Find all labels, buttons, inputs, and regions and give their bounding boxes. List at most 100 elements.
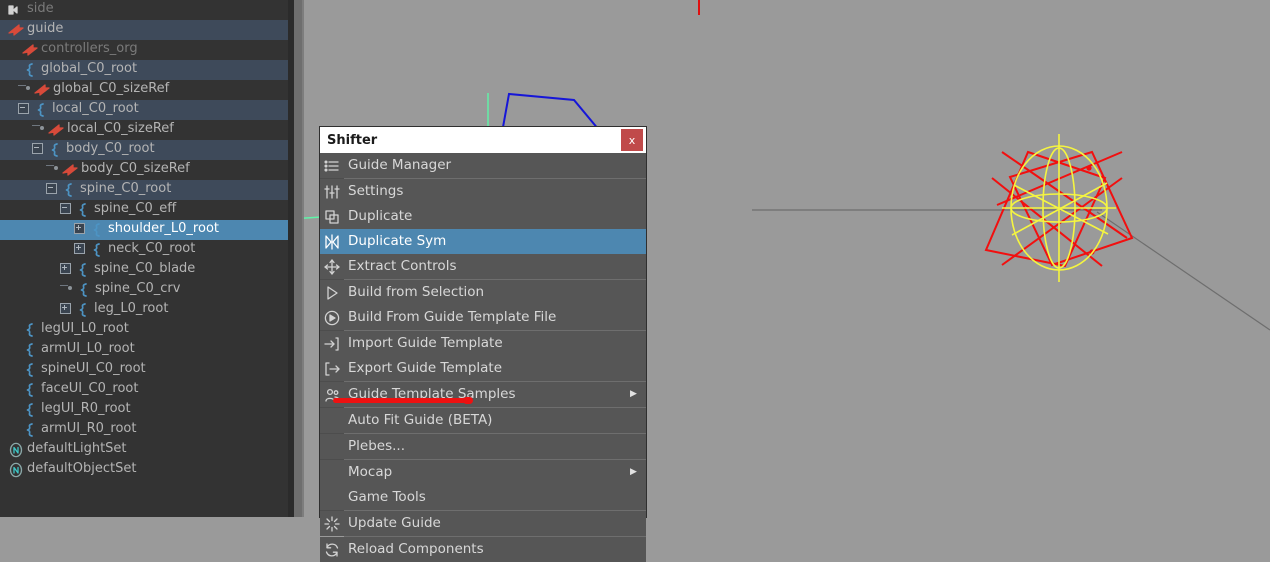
outliner-row-label: body_C0_root <box>66 141 155 156</box>
menu-item[interactable]: Guide Manager <box>320 153 646 178</box>
outliner-scrollbar-thumb[interactable] <box>294 0 302 517</box>
outliner-row[interactable]: side <box>0 0 288 20</box>
menu-item[interactable]: Extract Controls <box>320 254 646 279</box>
expand-toggle-icon[interactable] <box>60 203 71 214</box>
outliner-row[interactable]: spineUI_C0_root <box>0 360 288 380</box>
menu-item-no-icon <box>320 460 344 485</box>
outliner-row-label: legUI_R0_root <box>41 401 131 416</box>
outliner-row-label: armUI_L0_root <box>41 341 135 356</box>
tree-connector <box>32 125 40 126</box>
curve-icon <box>22 382 38 398</box>
outliner-row-label: body_C0_sizeRef <box>81 161 190 176</box>
mirror-icon <box>320 229 344 254</box>
expand-toggle-icon[interactable] <box>74 223 85 234</box>
export-arrow-icon <box>320 356 344 381</box>
menu-item-label: Import Guide Template <box>348 334 503 351</box>
outliner-row[interactable]: faceUI_C0_root <box>0 380 288 400</box>
leaf-dot-icon <box>40 125 44 130</box>
outliner-row-label: spine_C0_blade <box>94 261 196 276</box>
refresh-star-icon <box>320 511 344 536</box>
transform-arrow-icon <box>34 82 50 98</box>
menu-item-label: Guide Manager <box>348 156 452 173</box>
shifter-title-bar[interactable]: Shifter x <box>320 127 646 153</box>
menu-item[interactable]: Reload Components <box>320 537 646 562</box>
outliner-panel[interactable]: side guide controllers_org global_C0_rootgl… <box>0 0 288 517</box>
outliner-row[interactable]: spine_C0_root <box>0 180 288 200</box>
menu-item[interactable]: Update Guide <box>320 511 646 536</box>
outliner-row-label: spine_C0_root <box>80 181 172 196</box>
menu-item[interactable]: Game Tools <box>320 485 646 510</box>
outliner-row[interactable]: local_C0_root <box>0 100 288 120</box>
menu-item-label: Duplicate <box>348 207 413 224</box>
outliner-row[interactable]: shoulder_L0_root <box>0 220 288 240</box>
menu-item[interactable]: Auto Fit Guide (BETA) <box>320 408 646 433</box>
menu-item-label: Settings <box>348 182 404 199</box>
expand-toggle-icon[interactable] <box>18 103 29 114</box>
menu-item[interactable]: Import Guide Template <box>320 331 646 356</box>
outliner-row[interactable]: global_C0_root <box>0 60 288 80</box>
outliner-row[interactable]: spine_C0_crv <box>0 280 288 300</box>
red-annotation-strikethrough <box>333 397 473 404</box>
outliner-row[interactable]: legUI_R0_root <box>0 400 288 420</box>
outliner-row[interactable]: guide <box>0 20 288 40</box>
leaf-dot-icon <box>54 165 58 170</box>
outliner-row[interactable]: controllers_org <box>0 40 288 60</box>
outliner-row[interactable]: body_C0_root <box>0 140 288 160</box>
menu-item-no-icon <box>320 434 344 459</box>
menu-item[interactable]: Build from Selection <box>320 280 646 305</box>
outliner-row-label: shoulder_L0_root <box>108 221 219 236</box>
curve-icon <box>47 142 63 158</box>
menu-item[interactable]: Mocap ▶ <box>320 460 646 485</box>
curve-icon <box>89 242 105 258</box>
menu-item[interactable]: Guide Template Samples ▶ <box>320 382 646 407</box>
outliner-row[interactable]: leg_L0_root <box>0 300 288 320</box>
outliner-row[interactable]: local_C0_sizeRef <box>0 120 288 140</box>
menu-item[interactable]: Duplicate Sym <box>320 229 646 254</box>
panel-divider[interactable] <box>302 0 304 517</box>
menu-item[interactable]: Settings <box>320 179 646 204</box>
expand-toggle-icon[interactable] <box>46 183 57 194</box>
outliner-row[interactable]: legUI_L0_root <box>0 320 288 340</box>
outliner-row-label: local_C0_sizeRef <box>67 121 174 136</box>
outliner-row[interactable]: armUI_L0_root <box>0 340 288 360</box>
submenu-arrow-icon: ▶ <box>630 466 637 477</box>
curve-icon <box>22 62 38 78</box>
outliner-row[interactable]: global_C0_sizeRef <box>0 80 288 100</box>
close-icon[interactable]: x <box>621 129 643 151</box>
outliner-row[interactable]: neck_C0_root <box>0 240 288 260</box>
expand-toggle-icon[interactable] <box>74 243 85 254</box>
shifter-menu-body: Guide Manager Settings Duplicate Duplicate … <box>320 153 646 562</box>
move-icon <box>320 254 344 279</box>
transform-arrow-icon <box>62 162 78 178</box>
menu-item[interactable]: Duplicate <box>320 204 646 229</box>
outliner-row-label: leg_L0_root <box>94 301 169 316</box>
menu-item[interactable]: Export Guide Template <box>320 356 646 381</box>
outliner-row-label: global_C0_sizeRef <box>53 81 170 96</box>
people-icon <box>320 382 344 407</box>
expand-toggle-icon[interactable] <box>60 303 71 314</box>
menu-item-label: Extract Controls <box>348 257 457 274</box>
outliner-row[interactable]: defaultLightSet <box>0 440 288 460</box>
curve-icon <box>75 262 91 278</box>
play-circle-icon <box>320 305 344 330</box>
outliner-row[interactable]: spine_C0_blade <box>0 260 288 280</box>
curve-icon <box>61 182 77 198</box>
expand-toggle-icon[interactable] <box>60 263 71 274</box>
reload-icon <box>320 537 344 562</box>
leaf-dot-icon <box>68 285 72 290</box>
menu-item[interactable]: Plebes... <box>320 434 646 459</box>
menu-item-label: Build From Guide Template File <box>348 308 557 325</box>
outliner-row-label: local_C0_root <box>52 101 139 116</box>
outliner-row-label: spine_C0_eff <box>94 201 177 216</box>
outliner-row-label: global_C0_root <box>41 61 138 76</box>
shifter-menu: Shifter x Guide Manager Settings Duplicate… <box>320 127 646 562</box>
expand-toggle-icon[interactable] <box>32 143 43 154</box>
transform-arrow-icon <box>48 122 64 138</box>
curve-icon <box>22 422 38 438</box>
outliner-row[interactable]: spine_C0_eff <box>0 200 288 220</box>
outliner-row[interactable]: armUI_R0_root <box>0 420 288 440</box>
outliner-row[interactable]: defaultObjectSet <box>0 460 288 480</box>
menu-item-label: Auto Fit Guide (BETA) <box>348 411 493 428</box>
outliner-row[interactable]: body_C0_sizeRef <box>0 160 288 180</box>
menu-item[interactable]: Build From Guide Template File <box>320 305 646 330</box>
